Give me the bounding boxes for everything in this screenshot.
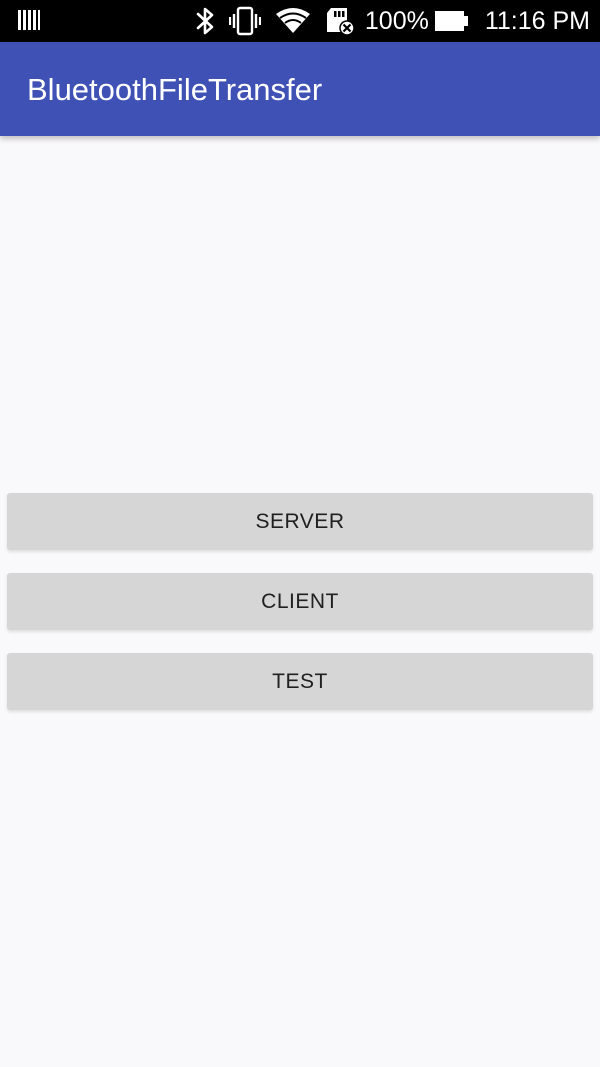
status-icons: 100% 11:16 PM — [181, 0, 590, 42]
test-button[interactable]: TEST — [7, 653, 593, 710]
notification-icon — [18, 8, 40, 34]
vibrate-icon — [228, 6, 261, 36]
sd-card-icon — [325, 6, 355, 36]
clock: 11:16 PM — [484, 6, 590, 35]
battery-percent: 100% — [364, 6, 429, 35]
bluetooth-icon — [195, 6, 215, 36]
server-button[interactable]: SERVER — [7, 493, 593, 550]
status-bar: 100% 11:16 PM — [0, 0, 600, 42]
client-button[interactable]: CLIENT — [7, 573, 593, 630]
app-title: BluetoothFileTransfer — [27, 72, 323, 107]
battery-icon — [434, 10, 469, 32]
wifi-icon — [275, 7, 311, 35]
app-bar: BluetoothFileTransfer — [0, 42, 600, 136]
